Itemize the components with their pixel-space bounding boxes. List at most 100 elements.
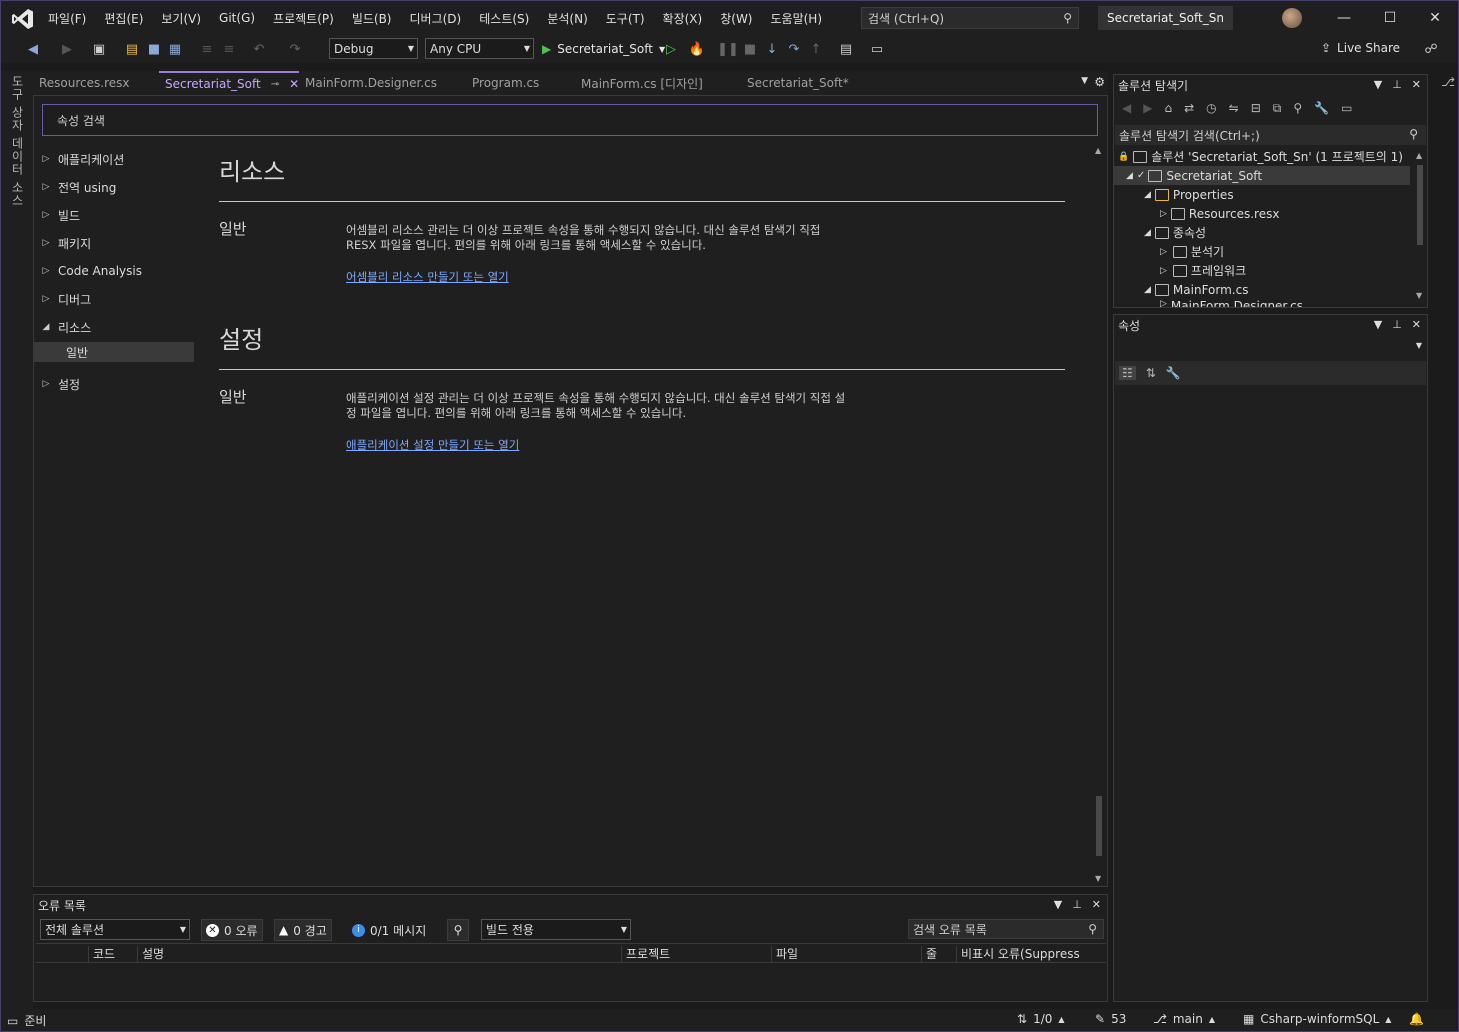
show-all-files-icon[interactable]: ⧉ xyxy=(1273,101,1282,116)
open-file-icon[interactable]: ▤ xyxy=(122,39,142,59)
tree-item-project[interactable]: ◢ ✓ Secretariat_Soft xyxy=(1114,166,1410,185)
start-without-debugging-icon[interactable]: ▷ xyxy=(661,39,681,59)
scroll-down-icon[interactable]: ▼ xyxy=(1095,874,1101,883)
save-all-icon[interactable]: ▦ xyxy=(165,39,185,59)
nav-item-application[interactable]: ▷ 애플리케이션 xyxy=(34,149,194,169)
home-icon[interactable]: ⌂ xyxy=(1164,101,1172,116)
menu-extensions[interactable]: 확장(X) xyxy=(654,10,712,27)
close-window-button[interactable]: ✕ xyxy=(1412,1,1458,35)
nav-item-package[interactable]: ▷ 패키지 xyxy=(34,233,194,253)
scroll-up-icon[interactable]: ▲ xyxy=(1095,146,1101,155)
vertical-scrollbar[interactable]: ▲ ▼ xyxy=(1415,151,1425,301)
maximize-button[interactable]: ☐ xyxy=(1367,1,1413,35)
status-line-info[interactable]: ⇅ 1/0 ▲ xyxy=(1017,1012,1065,1026)
menu-project[interactable]: 프로젝트(P) xyxy=(264,10,343,27)
tab-program-cs[interactable]: Program.cs xyxy=(466,71,566,95)
wrench-icon[interactable]: 🔧 xyxy=(1314,101,1329,116)
column-file[interactable]: 파일 xyxy=(771,946,798,962)
column-line[interactable]: 줄 xyxy=(921,946,937,962)
scroll-up-icon[interactable]: ▲ xyxy=(1416,151,1422,160)
solution-name-badge[interactable]: Secretariat_Soft_Sn xyxy=(1098,6,1233,30)
menu-debug[interactable]: 디버그(D) xyxy=(401,10,471,27)
step-out-icon[interactable]: ↑ xyxy=(806,39,826,59)
feedback-icon[interactable]: ☍ xyxy=(1421,39,1441,59)
menu-view[interactable]: 보기(V) xyxy=(152,10,210,27)
menu-analyze[interactable]: 분석(N) xyxy=(538,10,596,27)
pause-icon[interactable]: ❚❚ xyxy=(717,39,739,59)
nav-item-resources-general[interactable]: 일반 xyxy=(34,342,194,362)
close-icon[interactable]: ✕ xyxy=(1412,318,1421,331)
pin-icon[interactable]: ⊥ xyxy=(1392,318,1402,331)
sync-icon[interactable]: ⇋ xyxy=(1229,101,1239,116)
chevron-down-icon[interactable]: ▼ xyxy=(1374,78,1382,91)
pin-icon[interactable]: ⊸ xyxy=(271,79,279,90)
status-repository[interactable]: ▦ Csharp-winformSQL ▲ xyxy=(1243,1012,1391,1026)
object-select[interactable]: ▼ xyxy=(1115,337,1426,357)
menu-tools[interactable]: 도구(T) xyxy=(597,10,654,27)
tab-mainform-designer-cs[interactable]: MainForm.Designer.cs xyxy=(299,71,459,95)
tree-item-dependencies[interactable]: ◢ 종속성 xyxy=(1144,223,1206,242)
navigate-back-icon[interactable]: ◀ xyxy=(23,39,43,59)
new-item-icon[interactable]: ▣ xyxy=(89,39,109,59)
tab-resources-resx[interactable]: Resources.resx xyxy=(33,71,153,95)
collapse-all-icon[interactable]: ⊟ xyxy=(1251,101,1261,116)
nav-item-code-analysis[interactable]: ▷ Code Analysis xyxy=(34,261,194,281)
filter-button[interactable]: ⚲ xyxy=(447,919,469,941)
tab-secretariat-soft-properties[interactable]: Secretariat_Soft ⊸ ✕ xyxy=(159,71,299,95)
vertical-scrollbar[interactable]: ▲ ▼ xyxy=(1093,146,1105,886)
menu-test[interactable]: 테스트(S) xyxy=(470,10,538,27)
comment-icon[interactable]: ≡ xyxy=(197,39,217,59)
messages-filter-button[interactable]: i 0/1 메시지 xyxy=(348,919,430,941)
scroll-thumb[interactable] xyxy=(1417,165,1423,245)
avatar[interactable] xyxy=(1282,8,1302,28)
nav-item-debug[interactable]: ▷ 디버그 xyxy=(34,289,194,309)
data-sources-tab[interactable]: 데이터 소스 xyxy=(9,137,26,207)
error-scope-select[interactable]: 전체 솔루션 ▼ xyxy=(40,919,190,940)
undo-icon[interactable]: ↶ xyxy=(249,39,269,59)
column-code[interactable]: 코드 xyxy=(88,946,115,962)
uncomment-icon[interactable]: ≡ xyxy=(219,39,239,59)
minimize-button[interactable]: — xyxy=(1321,1,1367,35)
close-icon[interactable]: ✕ xyxy=(1412,78,1421,91)
tab-overflow-icon[interactable]: ▼ xyxy=(1081,76,1088,86)
errors-filter-button[interactable]: ✕ 0 오류 xyxy=(201,919,263,941)
status-branch[interactable]: ⎇ main ▲ xyxy=(1153,1012,1215,1026)
solution-configurations-icon[interactable]: ▤ xyxy=(836,39,856,59)
solution-search-input[interactable]: 솔루션 탐색기 검색(Ctrl+;) ⚲ xyxy=(1115,125,1426,145)
history-icon[interactable]: ◷ xyxy=(1206,101,1216,116)
notifications-button[interactable]: 🔔 xyxy=(1409,1012,1424,1026)
step-into-icon[interactable]: ↓ xyxy=(762,39,782,59)
tree-item-mainform-designer[interactable]: ▷ MainForm.Designer.cs xyxy=(1160,299,1303,307)
error-search-input[interactable]: 검색 오류 목록 ⚲ xyxy=(908,919,1104,939)
tree-item-mainform-cs[interactable]: ◢ MainForm.cs xyxy=(1144,280,1248,299)
menu-window[interactable]: 창(W) xyxy=(711,10,761,27)
switch-views-icon[interactable]: ⇄ xyxy=(1184,101,1194,116)
menu-build[interactable]: 빌드(B) xyxy=(343,10,401,27)
menu-help[interactable]: 도움말(H) xyxy=(762,10,832,27)
tab-mainform-design[interactable]: MainForm.cs [디자인] xyxy=(575,71,735,95)
global-search-input[interactable]: 검색 (Ctrl+Q) ⚲ xyxy=(861,7,1079,29)
redo-icon[interactable]: ↷ xyxy=(285,39,305,59)
nav-item-resources[interactable]: ◢ 리소스 xyxy=(34,317,194,337)
nav-item-settings[interactable]: ▷ 설정 xyxy=(34,374,194,394)
close-icon[interactable]: ✕ xyxy=(1092,898,1101,911)
warnings-filter-button[interactable]: ▲ 0 경고 xyxy=(274,919,332,941)
alphabetical-icon[interactable]: ⇅ xyxy=(1146,366,1156,380)
toolbox-tab[interactable]: 도구 상자 xyxy=(9,75,26,132)
tab-secretariat-soft-modified[interactable]: Secretariat_Soft* xyxy=(741,71,881,95)
property-pages-icon[interactable]: 🔧 xyxy=(1166,366,1181,380)
menu-file[interactable]: 파일(F) xyxy=(39,10,95,27)
menu-git[interactable]: Git(G) xyxy=(210,11,264,25)
tree-item-properties[interactable]: ◢ Properties xyxy=(1144,185,1234,204)
chevron-down-icon[interactable]: ▼ xyxy=(1054,898,1062,911)
column-suppression[interactable]: 비표시 오류(Suppress xyxy=(956,946,1080,962)
pin-icon[interactable]: ⊥ xyxy=(1072,898,1082,911)
tree-item-solution[interactable]: 🔒 솔루션 'Secretariat_Soft_Sn' (1 프로젝트의 1) xyxy=(1118,147,1403,166)
scroll-down-icon[interactable]: ▼ xyxy=(1416,291,1422,300)
platform-select[interactable]: Any CPU ▼ xyxy=(425,38,534,59)
pin-icon[interactable]: ⊥ xyxy=(1392,78,1402,91)
forward-icon[interactable]: ▶ xyxy=(1143,101,1152,116)
property-search-input[interactable]: 속성 검색 xyxy=(42,104,1098,136)
gear-icon[interactable]: ⚙ xyxy=(1094,75,1105,89)
scroll-thumb[interactable] xyxy=(1096,796,1102,856)
